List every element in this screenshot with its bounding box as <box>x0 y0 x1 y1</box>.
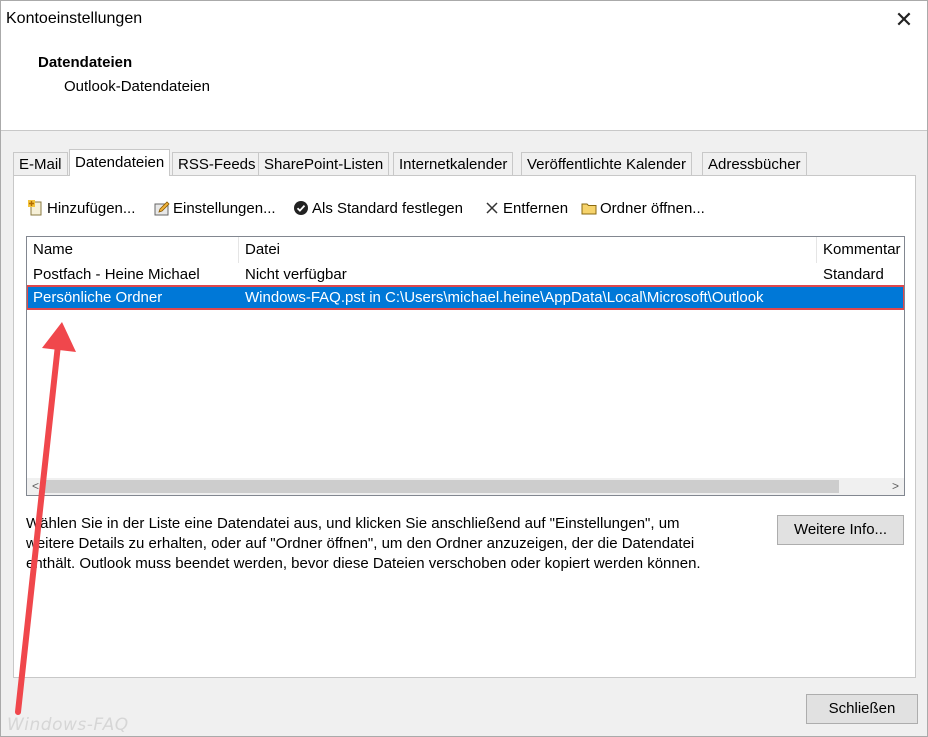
close-icon[interactable]: ✕ <box>891 7 917 33</box>
set-default-button[interactable]: Als Standard festlegen <box>293 198 463 220</box>
scroll-left-icon[interactable]: < <box>27 478 44 495</box>
list-item-name: Postfach - Heine Michael <box>33 266 200 283</box>
open-folder-button[interactable]: Ordner öffnen... <box>581 198 705 220</box>
add-button-label: Hinzufügen... <box>47 200 136 217</box>
list-item[interactable]: Postfach - Heine Michael Nicht verfügbar… <box>27 263 904 286</box>
tab-address-books[interactable]: Adressbücher <box>702 152 807 175</box>
window-title: Kontoeinstellungen <box>6 10 143 27</box>
tab-email[interactable]: E-Mail <box>13 152 68 175</box>
datafiles-list[interactable]: Name Datei Kommentar Postfach - Heine Mi… <box>26 236 905 496</box>
list-header: Name Datei Kommentar <box>27 237 904 263</box>
list-item-comment: Standard <box>823 266 884 283</box>
tab-rss-feeds[interactable]: RSS-Feeds <box>172 152 262 175</box>
description-line-3: enthält. Outlook muss beendet werden, be… <box>26 555 701 572</box>
tab-sharepoint-lists[interactable]: SharePoint-Listen <box>258 152 390 175</box>
dialog-header: Datendateien Outlook-Datendateien <box>1 41 927 131</box>
folder-icon <box>581 200 597 216</box>
title-bar: Kontoeinstellungen ✕ <box>1 1 927 41</box>
settings-button-label: Einstellungen... <box>173 200 276 217</box>
tab-published-calendars[interactable]: Veröffentlichte Kalender <box>521 152 693 175</box>
checkmark-circle-icon <box>293 200 309 216</box>
column-header-name[interactable]: Name <box>27 237 239 263</box>
list-item-file: Nicht verfügbar <box>245 266 347 283</box>
list-item-file: Windows-FAQ.pst in C:\Users\michael.hein… <box>245 289 764 306</box>
horizontal-scrollbar[interactable]: < > <box>27 478 904 495</box>
list-item-comment <box>817 286 904 309</box>
remove-button-label: Entfernen <box>503 200 569 217</box>
add-datafile-icon <box>28 200 44 216</box>
more-info-button[interactable]: Weitere Info... <box>777 515 904 545</box>
close-button[interactable]: Schließen <box>806 694 918 724</box>
remove-button[interactable]: Entfernen <box>484 198 568 220</box>
column-header-file[interactable]: Datei <box>239 237 817 263</box>
list-item-name: Persönliche Ordner <box>33 289 163 306</box>
scroll-right-icon[interactable]: > <box>887 478 904 495</box>
account-settings-window: Kontoeinstellungen ✕ Datendateien Outloo… <box>0 0 928 737</box>
description-text: Wählen Sie in der Liste eine Datendatei … <box>26 514 766 574</box>
x-icon <box>484 200 500 216</box>
header-title: Datendateien <box>38 54 133 71</box>
scrollbar-thumb[interactable] <box>44 480 839 493</box>
add-button[interactable]: Hinzufügen... <box>28 198 135 220</box>
watermark-text: Windows-FAQ <box>7 715 129 735</box>
column-header-comment[interactable]: Kommentar <box>817 237 904 263</box>
description-line-1: Wählen Sie in der Liste eine Datendatei … <box>26 515 680 532</box>
datafiles-panel: Hinzufügen... Einstellungen... Als Stand… <box>13 175 916 678</box>
list-item-selected[interactable]: Persönliche Ordner Windows-FAQ.pst in C:… <box>27 285 904 310</box>
tab-datafiles[interactable]: Datendateien <box>69 149 171 176</box>
description-line-2: weitere Details zu erhalten, oder auf "O… <box>26 535 695 552</box>
settings-button[interactable]: Einstellungen... <box>154 198 276 220</box>
settings-icon <box>154 200 170 216</box>
set-default-button-label: Als Standard festlegen <box>312 200 463 217</box>
header-subtitle: Outlook-Datendateien <box>64 78 210 95</box>
tab-internet-calendars[interactable]: Internetkalender <box>393 152 514 175</box>
open-folder-button-label: Ordner öffnen... <box>600 200 705 217</box>
